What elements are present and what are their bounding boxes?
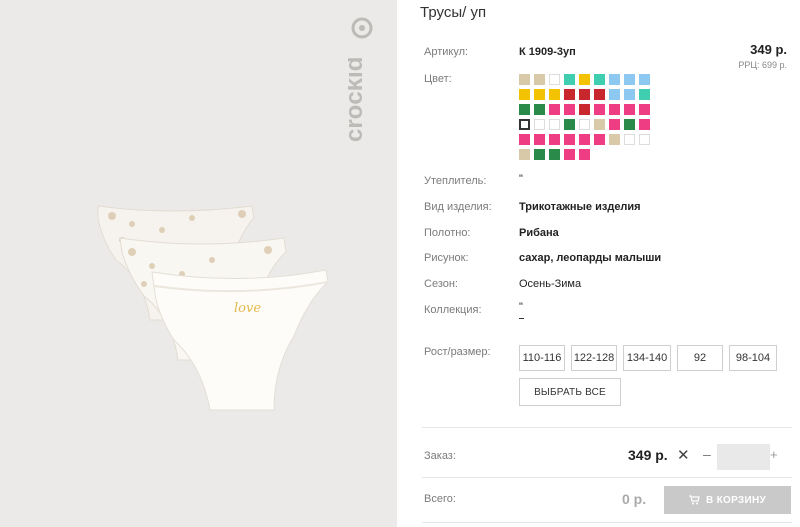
- product-image: love: [97, 205, 329, 411]
- color-swatch[interactable]: [624, 119, 635, 130]
- color-swatch[interactable]: [519, 104, 530, 115]
- color-swatch[interactable]: [624, 74, 635, 85]
- divider: [422, 522, 792, 523]
- color-swatch[interactable]: [639, 89, 650, 100]
- insulation-value: ": [519, 173, 523, 185]
- color-swatch[interactable]: [579, 104, 590, 115]
- add-to-cart-button[interactable]: В КОРЗИНУ: [664, 486, 791, 514]
- color-swatch[interactable]: [549, 104, 560, 115]
- total-label: Всего:: [424, 493, 456, 505]
- color-swatch[interactable]: [594, 74, 605, 85]
- size-option-98-104[interactable]: 98-104: [729, 345, 777, 371]
- divider: [422, 427, 792, 428]
- color-swatch[interactable]: [579, 149, 590, 160]
- color-swatch[interactable]: [549, 89, 560, 100]
- color-swatch[interactable]: [519, 74, 530, 85]
- color-swatch[interactable]: [519, 89, 530, 100]
- pattern-value: сахар, леопарды малыши: [519, 252, 662, 264]
- color-swatch[interactable]: [639, 134, 650, 145]
- total-price: 0 р.: [622, 491, 647, 507]
- color-swatch[interactable]: [579, 74, 590, 85]
- color-swatch[interactable]: [609, 119, 620, 130]
- quantity-input[interactable]: [717, 444, 770, 470]
- size-options: 110-116 122-128 134-140 92 98-104: [519, 345, 777, 371]
- color-swatch[interactable]: [579, 119, 590, 130]
- order-price: 349 р.: [628, 447, 668, 463]
- color-swatch[interactable]: [624, 104, 635, 115]
- color-swatch[interactable]: [639, 104, 650, 115]
- kind-label: Вид изделия:: [424, 201, 492, 213]
- brand-logo-text: crockid: [348, 57, 368, 142]
- color-swatch[interactable]: [564, 104, 575, 115]
- color-swatch[interactable]: [549, 134, 560, 145]
- color-label: Цвет:: [424, 73, 452, 85]
- recommended-price: РРЦ: 699 р.: [738, 60, 787, 70]
- color-swatch[interactable]: [519, 119, 530, 130]
- color-swatch[interactable]: [594, 89, 605, 100]
- color-swatch[interactable]: [609, 74, 620, 85]
- kind-value: Трикотажные изделия: [519, 201, 641, 213]
- size-option-110-116[interactable]: 110-116: [519, 345, 565, 371]
- product-price: 349 р.: [750, 42, 787, 57]
- color-swatch[interactable]: [534, 74, 545, 85]
- color-swatch[interactable]: [594, 134, 605, 145]
- collection-underline: [519, 318, 524, 319]
- color-swatch[interactable]: [564, 134, 575, 145]
- size-label: Рост/размер:: [424, 346, 491, 358]
- color-swatch[interactable]: [579, 134, 590, 145]
- season-label: Сезон:: [424, 278, 458, 290]
- size-option-92[interactable]: 92: [677, 345, 723, 371]
- color-swatch[interactable]: [564, 149, 575, 160]
- fabric-label: Полотно:: [424, 227, 471, 239]
- color-swatches: [519, 74, 669, 160]
- collection-label: Коллекция:: [424, 304, 482, 316]
- color-swatch[interactable]: [579, 89, 590, 100]
- color-swatch[interactable]: [534, 89, 545, 100]
- color-swatch[interactable]: [519, 149, 530, 160]
- color-swatch[interactable]: [594, 104, 605, 115]
- color-swatch[interactable]: [624, 134, 635, 145]
- color-swatch[interactable]: [639, 119, 650, 130]
- color-swatch[interactable]: [564, 89, 575, 100]
- increase-quantity-button[interactable]: +: [770, 447, 778, 462]
- color-swatch[interactable]: [519, 134, 530, 145]
- color-swatch[interactable]: [609, 104, 620, 115]
- color-swatch[interactable]: [534, 134, 545, 145]
- decrease-quantity-button[interactable]: –: [703, 446, 711, 462]
- color-swatch[interactable]: [564, 119, 575, 130]
- size-option-122-128[interactable]: 122-128: [571, 345, 617, 371]
- color-swatch[interactable]: [534, 119, 545, 130]
- insulation-label: Утеплитель:: [424, 175, 487, 187]
- fabric-value: Рибана: [519, 227, 559, 239]
- color-swatch[interactable]: [609, 134, 620, 145]
- color-swatch[interactable]: [549, 74, 560, 85]
- color-swatch[interactable]: [639, 74, 650, 85]
- season-value: Осень-Зима: [519, 278, 582, 290]
- color-swatch[interactable]: [624, 89, 635, 100]
- cart-icon: [688, 495, 700, 505]
- product-photo: crockid love: [0, 0, 397, 527]
- color-swatch[interactable]: [564, 74, 575, 85]
- brand-logo: crockid: [348, 17, 373, 142]
- pattern-label: Рисунок:: [424, 252, 469, 264]
- add-to-cart-label: В КОРЗИНУ: [705, 494, 766, 506]
- product-title: Трусы/ уп: [420, 4, 487, 21]
- divider: [422, 477, 792, 478]
- order-label: Заказ:: [424, 450, 456, 462]
- color-swatch[interactable]: [549, 149, 560, 160]
- color-swatch[interactable]: [534, 104, 545, 115]
- article-value: К 1909-3уп: [519, 46, 576, 58]
- color-swatch[interactable]: [534, 149, 545, 160]
- article-label: Артикул:: [424, 46, 469, 58]
- close-icon[interactable]: ✕: [677, 446, 690, 464]
- color-swatch[interactable]: [594, 119, 605, 130]
- svg-text:love: love: [234, 301, 261, 316]
- select-all-sizes-button[interactable]: ВЫБРАТЬ ВСЕ: [519, 378, 621, 406]
- collection-value: ": [519, 301, 523, 313]
- size-option-134-140[interactable]: 134-140: [623, 345, 671, 371]
- color-swatch[interactable]: [549, 119, 560, 130]
- color-swatch[interactable]: [609, 89, 620, 100]
